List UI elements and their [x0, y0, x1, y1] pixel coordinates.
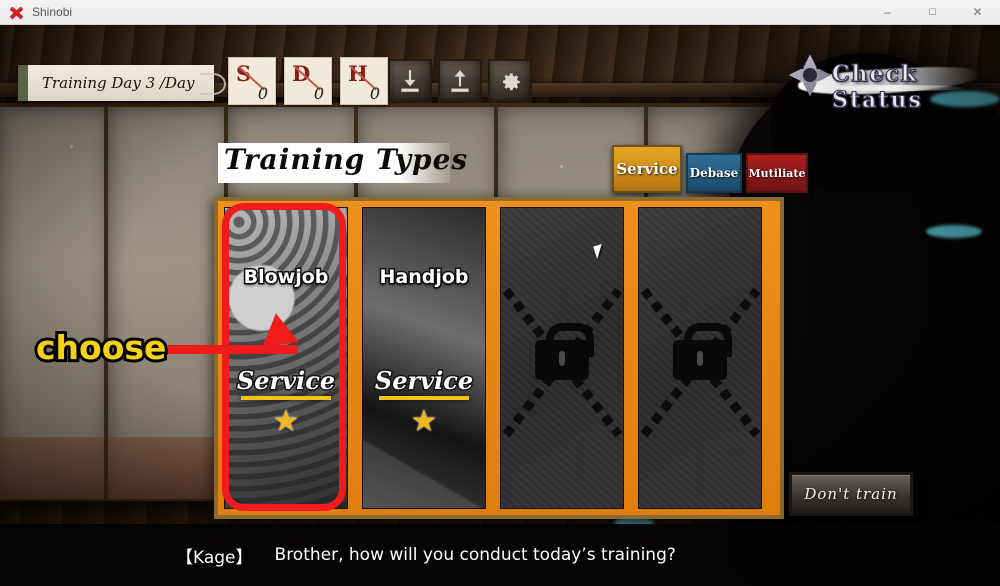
stat-card-h[interactable]: H 0 [340, 57, 388, 105]
game-viewport: Training Day 3 /Day S 0 D 0 H 0 [0, 25, 1000, 586]
tab-mutilate[interactable]: Mutiliate [746, 153, 808, 193]
scroll-tail [200, 73, 226, 95]
window-titlebar: Shinobi – ☐ ✕ [0, 0, 1000, 25]
save-button[interactable] [388, 59, 432, 103]
tab-label: Service [616, 160, 678, 178]
card-divider [486, 207, 500, 509]
app-window: Shinobi – ☐ ✕ Training Day 3 /Day S 0 0 … [0, 0, 1000, 586]
dialogue-box[interactable]: 【Kage】 Brother, how will you conduct tod… [0, 524, 1000, 586]
card-category: Service [373, 365, 474, 397]
minimize-button[interactable]: – [865, 0, 910, 25]
shoji-door [0, 103, 114, 503]
tab-debase[interactable]: Debase [686, 153, 742, 193]
category-underline [379, 396, 469, 400]
card-star-rating: ★ [410, 405, 438, 438]
card-title: Handjob [378, 265, 470, 290]
tab-service[interactable]: Service [612, 145, 682, 193]
training-day-scroll: Training Day 3 /Day [18, 65, 214, 101]
dust-mote [560, 165, 563, 168]
check-status-label: Check Status [832, 61, 923, 114]
card-divider [348, 207, 362, 509]
lock-icon [673, 323, 732, 380]
dust-mote [70, 145, 73, 148]
dont-train-button[interactable]: Don't train [789, 472, 913, 516]
close-button[interactable]: ✕ [955, 0, 1000, 25]
window-controls: – ☐ ✕ [865, 0, 1000, 25]
dialogue-text: Brother, how will you conduct today’s tr… [274, 545, 676, 565]
tab-label: Debase [689, 166, 739, 180]
upload-icon [451, 70, 469, 92]
training-card-blowjob[interactable]: Blowjob Service ★ [224, 207, 348, 509]
stat-value: 0 [313, 84, 324, 103]
download-icon [401, 70, 419, 92]
load-button[interactable] [438, 59, 482, 103]
training-card-locked-2[interactable] [638, 207, 762, 509]
annotation-label: choose [33, 325, 169, 370]
training-card-panel: Blowjob Service ★ Handjob Service ★ [214, 197, 784, 519]
card-title: Blowjob [242, 265, 330, 290]
gear-icon [502, 73, 520, 91]
app-icon [7, 3, 25, 21]
card-list: Blowjob Service ★ Handjob Service ★ [224, 207, 774, 509]
tab-label: Mutiliate [748, 166, 806, 180]
stat-value: 0 [369, 84, 380, 103]
stat-value: 0 [257, 84, 268, 103]
check-status-button[interactable]: Check Status [788, 45, 986, 114]
training-card-locked-1[interactable] [500, 207, 624, 509]
dont-train-label: Don't train [804, 485, 898, 503]
dialogue-speaker: 【Kage】 [176, 547, 253, 568]
card-artwork [225, 208, 347, 508]
stat-letter: S [236, 61, 252, 86]
category-underline [241, 396, 331, 400]
card-category: Service [235, 365, 336, 397]
card-divider [624, 207, 638, 509]
page-title: Training Types [224, 143, 469, 176]
window-title: Shinobi [32, 5, 73, 19]
stat-card-s[interactable]: S 0 [228, 57, 276, 105]
category-tabs: Service Debase Mutiliate [612, 145, 808, 193]
training-card-handjob[interactable]: Handjob Service ★ [362, 207, 486, 509]
card-star-rating: ★ [272, 405, 300, 438]
stat-card-d[interactable]: D 0 [284, 57, 332, 105]
stat-bar: S 0 D 0 H 0 [228, 57, 388, 105]
lock-icon [535, 323, 594, 380]
hud-button-group [388, 59, 532, 103]
training-day-label: Training Day 3 /Day [42, 74, 195, 92]
shuriken-icon [788, 53, 832, 97]
card-artwork [363, 208, 485, 508]
settings-button[interactable] [488, 59, 532, 103]
energy-wisp [926, 225, 982, 238]
maximize-button[interactable]: ☐ [910, 0, 955, 25]
